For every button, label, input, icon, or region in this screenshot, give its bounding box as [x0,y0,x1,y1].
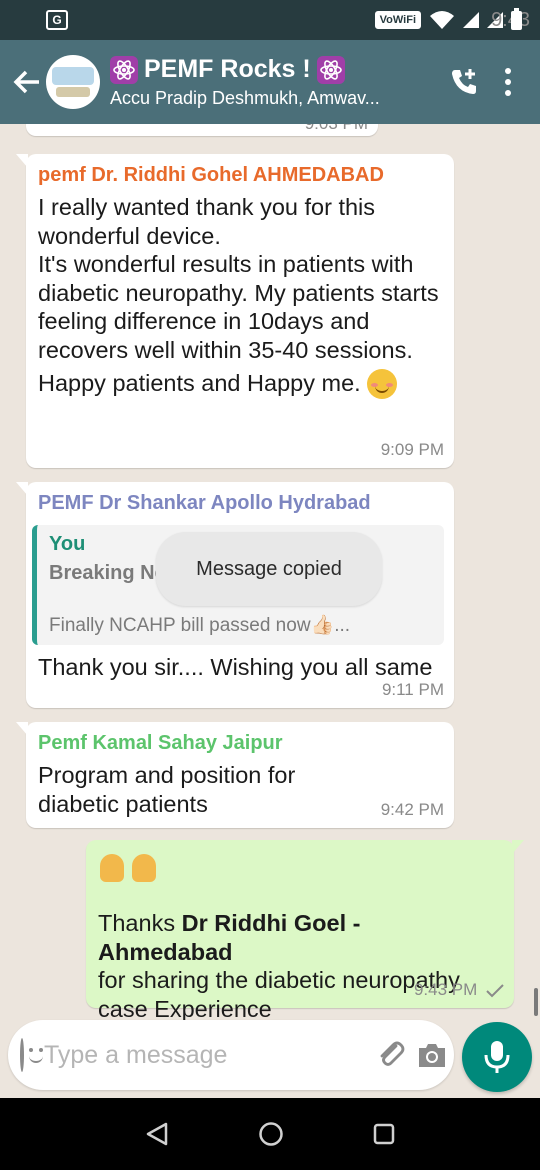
emoji-icon[interactable] [20,1038,43,1072]
message-time: 9:43 PM [414,980,504,1000]
group-avatar[interactable] [46,55,100,109]
pray-emoji-row [86,840,514,887]
signal-icon [463,12,479,28]
status-bar: 9:43 G VoWiFi [0,0,540,40]
prev-message-bubble[interactable]: 9:03 PM [26,124,378,136]
arrow-left-icon [13,70,39,94]
paperclip-icon [380,1041,405,1066]
battery-icon [511,7,522,30]
folded-hands-icon [100,854,124,882]
message-text: Thank you sir.... Wishing you all same [38,654,433,680]
voice-record-button[interactable] [462,1022,532,1092]
message-input[interactable] [44,1040,366,1070]
group-title: PEMF Rocks ! [144,55,311,83]
scrollbar[interactable] [534,988,538,1016]
attach-button[interactable] [376,1033,406,1077]
home-nav-icon[interactable] [258,1121,284,1147]
check-icon [486,983,504,997]
back-button[interactable] [6,61,48,103]
message-sender: Pemf Kamal Sahay Jaipur [38,732,283,754]
message-time: 9:42 PM [380,800,444,819]
folded-hands-icon [132,854,156,882]
chat-area[interactable]: 9:03 PM pemf Dr. Riddhi Gohel AHMEDABAD … [0,124,540,1024]
chat-header: PEMF Rocks ! Accu Pradip Deshmukh, Amwav… [0,40,540,124]
message-time: 9:09 PM [380,440,444,459]
message-text-prefix: Thanks [98,910,182,936]
message-line: It's wonderful results in patients with … [38,251,439,363]
atom-icon [110,55,138,84]
translate-icon: G [46,10,68,30]
message-bubble[interactable]: Pemf Kamal Sahay Jaipur Program and posi… [16,722,454,828]
vowifi-badge: VoWiFi [374,11,421,29]
add-call-button[interactable] [442,60,486,104]
message-line: Happy patients and Happy me. [38,369,361,396]
atom-icon-right [316,55,345,84]
back-nav-icon[interactable] [144,1121,170,1147]
message-sender: PEMF Dr Shankar Apollo Hydrabad [38,492,371,514]
message-bubble[interactable]: pemf Dr. Riddhi Gohel AHMEDABAD I really… [16,154,454,468]
toast-message-copied: Message copied [156,532,382,606]
message-time: 9:11 PM [381,680,444,699]
camera-button[interactable] [416,1033,448,1077]
more-options-button[interactable] [486,60,530,104]
message-sender: pemf Dr. Riddhi Gohel AHMEDABAD [38,164,384,186]
wifi-icon [430,11,454,29]
message-text-suffix: for sharing the diabetic neuropathy case… [98,967,460,1022]
outgoing-message-bubble[interactable]: Thanks Dr Riddhi Goel - Ahmedabad for sh… [86,840,524,1022]
smiling-face-icon [367,369,398,400]
android-nav-bar [0,1098,540,1170]
phone-plus-icon [452,69,476,94]
group-info[interactable]: PEMF Rocks ! Accu Pradip Deshmukh, Amwav… [110,55,442,109]
message-composer [8,1020,454,1090]
message-line: I really wanted thank you for this wonde… [38,194,376,249]
camera-icon [419,1044,445,1067]
quote-body: Finally NCAHP bill passed now👍🏻... [49,615,351,636]
message-time: 9:03 PM [305,124,368,134]
group-members: Accu Pradip Deshmukh, Amwav... [110,88,380,108]
mic-icon [484,1041,510,1073]
recents-nav-icon[interactable] [372,1122,396,1146]
